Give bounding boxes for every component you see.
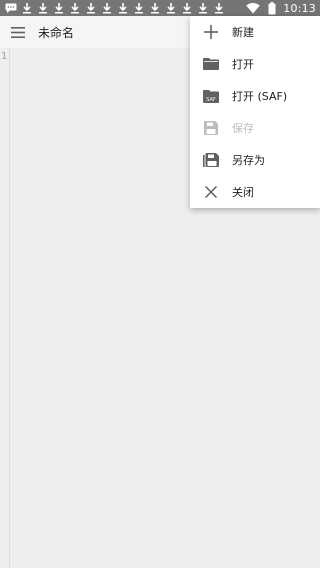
menu-item-label: 打开 (SAF) [232,90,288,103]
download-icon [195,0,211,16]
download-icon [35,0,51,16]
menu-item-open[interactable]: 打开 [190,48,320,80]
overflow-menu: 新建 打开 SAF 打开 (SAF) 保存 另存为 关闭 [190,16,320,208]
download-icon [131,0,147,16]
battery-icon [264,0,280,16]
menu-item-label: 关闭 [232,186,254,199]
document-title: 未命名 [38,25,75,40]
download-icon [147,0,163,16]
clock: 10:13 [283,1,316,15]
download-icon [115,0,131,16]
menu-item-label: 另存为 [232,154,265,167]
save-as-icon [190,144,232,176]
notification-icons [0,0,227,16]
download-icon [99,0,115,16]
close-icon [190,176,232,208]
download-icon [51,0,67,16]
status-bar: 10:13 [0,0,320,16]
download-icon [19,0,35,16]
menu-item-open-saf[interactable]: SAF 打开 (SAF) [190,80,320,112]
message-icon [3,0,19,16]
download-icon [163,0,179,16]
menu-item-close[interactable]: 关闭 [190,176,320,208]
download-icon [83,0,99,16]
menu-item-label: 保存 [232,122,254,135]
svg-text:SAF: SAF [206,97,216,103]
system-icons: 10:13 [245,0,320,16]
plus-icon [190,16,232,48]
menu-item-new[interactable]: 新建 [190,16,320,48]
wifi-icon [245,0,261,16]
menu-item-save-as[interactable]: 另存为 [190,144,320,176]
line-number-gutter: 1 [0,48,10,568]
download-icon [211,0,227,16]
line-number: 1 [1,51,8,62]
folder-saf-icon: SAF [190,80,232,112]
menu-item-save[interactable]: 保存 [190,112,320,144]
menu-item-label: 新建 [232,26,254,39]
menu-item-label: 打开 [232,58,254,71]
download-icon [67,0,83,16]
save-icon [190,112,232,144]
hamburger-icon[interactable] [0,16,36,48]
folder-open-icon [190,48,232,80]
download-icon [179,0,195,16]
